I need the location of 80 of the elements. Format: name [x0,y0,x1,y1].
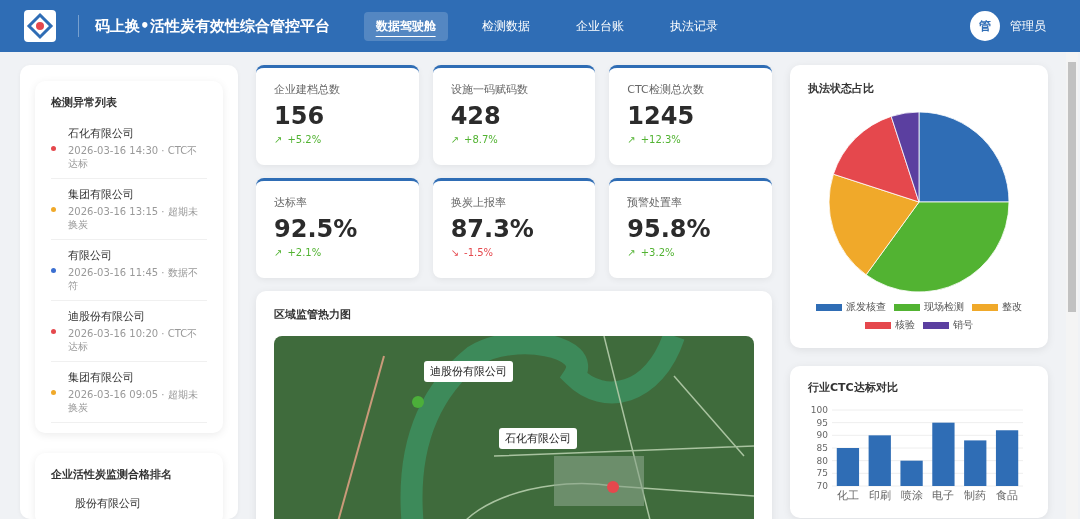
axis-category-label: 制药 [964,489,987,501]
stat-label: 设施一码赋码数 [450,82,529,97]
legend-swatch [894,303,920,311]
bar [900,460,923,486]
trend-arrow: ↗ [274,247,283,258]
card-title: 区域监管热力图 [274,307,352,322]
stat-value: 156 [274,102,326,130]
legend-label: 整改 [1002,300,1022,314]
stat-label: 达标率 [274,195,308,210]
company-name[interactable]: 集团有限公司 [68,370,207,385]
bar [932,422,955,486]
stat-value: 95.8% [627,215,712,243]
axis-tick-label: 85 [816,443,828,453]
bar [995,430,1019,486]
company-name[interactable]: 迪股份有限公司 [68,309,207,324]
user-name: 管理员 [1010,17,1046,35]
logo-icon [24,10,56,42]
scrollbar[interactable] [1066,52,1078,519]
stat-value: 1245 [627,102,696,130]
axis-category-label: 喷涂 [900,489,923,501]
axis-tick-label: 100 [810,405,828,415]
axis-tick-label: 95 [816,417,828,428]
app-title: 码上换•活性炭有效性综合管控平台 [95,16,330,36]
axis-tick-label: 90 [816,430,828,441]
stat-label: 换炭上报率 [450,195,507,210]
card-title: 行业CTC达标对比 [808,380,899,395]
axis-tick-label: 70 [816,481,828,491]
stat-value: 87.3% [450,215,535,243]
axis-category-label: 食品 [996,489,1019,501]
axis-tick-label: 75 [816,468,828,479]
stat-change: +5.2% [287,134,322,145]
card-title: 执法状态占比 [808,81,875,96]
stat-value: 92.5% [274,215,359,243]
alert-meta: 2026-03-16 13:15 · 超期未换炭 [68,205,199,231]
map-label: 石化有限公司 [499,428,577,449]
company-name[interactable]: 石化有限公司 [68,126,207,141]
legend-swatch [816,303,842,311]
legend-swatch [865,321,891,329]
axis-tick-label: 80 [816,455,828,466]
axis-category-label: 电子 [932,489,955,501]
trend-arrow: ↘ [450,247,460,258]
trend-arrow: ↗ [627,247,636,258]
axis-category-label: 化工 [836,489,859,501]
stat-change: +12.3% [640,134,681,145]
nav-tab[interactable]: 执法记录 [657,11,730,41]
trend-arrow: ↗ [627,134,636,145]
bar [868,435,891,486]
legend-label: 核验 [895,318,915,332]
legend-swatch [923,321,949,329]
alert-meta: 2026-03-16 14:30 · CTC不达标 [68,144,199,170]
trend-arrow: ↗ [450,134,460,145]
bar [836,448,860,486]
alert-meta: 2026-03-16 10:20 · CTC不达标 [68,327,199,353]
stat-label: CTC检测总次数 [627,82,705,97]
legend-label: 销号 [953,318,973,332]
nav-tab[interactable]: 数据驾驶舱 [363,11,448,41]
user-avatar[interactable]: 管 [970,11,1000,41]
card-title: 检测异常列表 [51,95,118,110]
stat-value: 428 [450,102,502,130]
stat-change: +3.2% [640,247,675,258]
map-label: 迪股份有限公司 [424,361,513,382]
legend-label: 派发核查 [846,300,886,314]
nav-tab[interactable]: 检测数据 [469,11,542,41]
stat-label: 预警处置率 [627,195,684,210]
alert-meta: 2026-03-16 09:05 · 超期未换炭 [68,388,199,414]
card-title: 企业活性炭监测合格排名 [51,467,173,482]
stat-label: 企业建档总数 [274,82,341,97]
stat-change: -1.5% [464,247,494,258]
company-name[interactable]: 有限公司 [68,248,207,263]
stat-change: +2.1% [287,247,322,258]
trend-arrow: ↗ [274,134,283,145]
bar [964,440,987,486]
alert-meta: 2026-03-16 11:45 · 数据不符 [68,266,199,292]
nav-tab[interactable]: 企业台账 [563,11,636,41]
company-name[interactable]: 股份有限公司 [51,497,141,510]
company-name[interactable]: 集团有限公司 [68,187,207,202]
stat-change: +8.7% [464,134,498,145]
legend-swatch [972,303,998,311]
legend-label: 现场检测 [924,300,964,314]
axis-category-label: 印刷 [868,489,891,501]
